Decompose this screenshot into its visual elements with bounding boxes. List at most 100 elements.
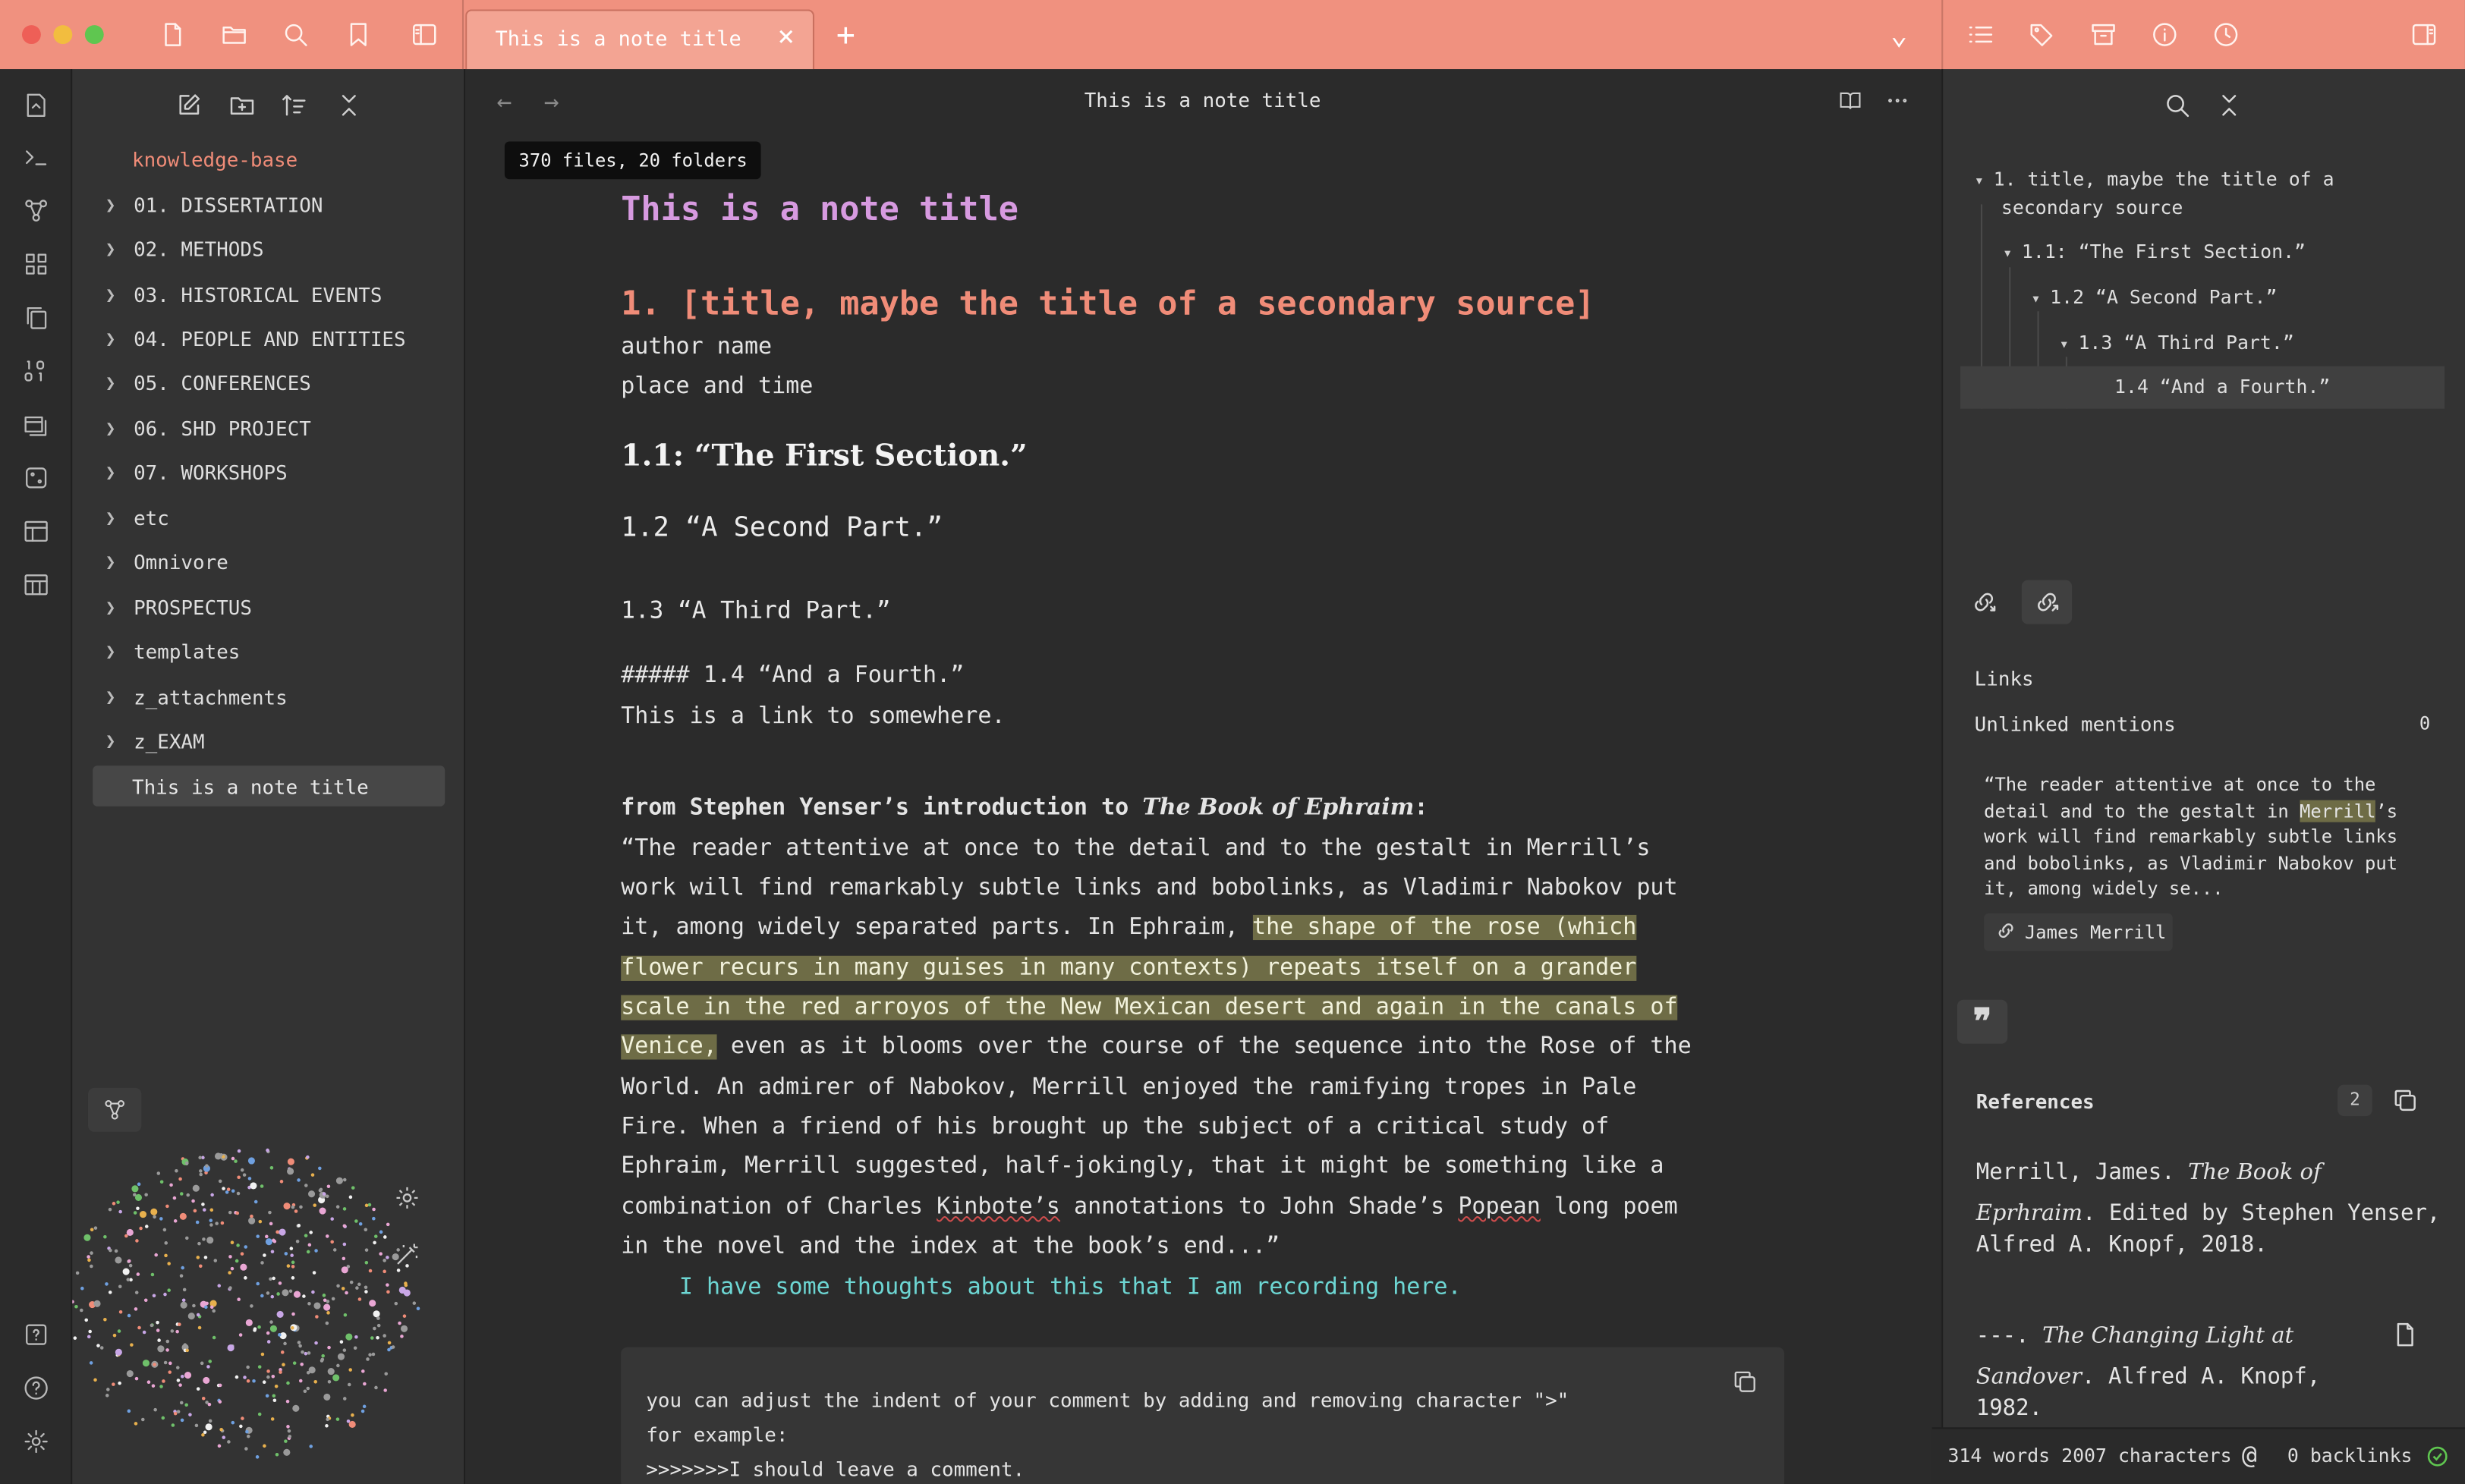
graph-node[interactable] [173,1411,178,1416]
new-folder-icon[interactable] [225,88,260,123]
graph-node[interactable] [250,1182,257,1190]
graph-node[interactable] [137,1325,141,1330]
graph-node[interactable] [163,1360,168,1365]
graph-node[interactable] [301,1350,304,1354]
graph-node[interactable] [176,1410,181,1413]
graph-node[interactable] [266,1340,271,1344]
outline-item[interactable]: ▾ 1.3 “A Third Part.” [2060,332,2294,354]
graph-node[interactable] [366,1357,370,1361]
graph-node[interactable] [178,1383,182,1387]
collapse-icon[interactable] [332,88,367,123]
sidebar-toggle-icon[interactable] [409,19,440,50]
graph-node[interactable] [150,1272,155,1277]
graph-node[interactable] [269,1277,272,1281]
graph-node[interactable] [222,1435,226,1439]
graph-node[interactable] [293,1291,301,1298]
graph-node[interactable] [75,1271,80,1275]
graph-node[interactable] [354,1219,358,1223]
reference-entry[interactable]: 1982. [1976,1393,2448,1424]
graph-node[interactable] [185,1161,189,1165]
copy-code-icon[interactable] [1727,1364,1762,1399]
graph-node[interactable] [141,1417,145,1422]
graph-node[interactable] [345,1333,353,1341]
graph-node[interactable] [330,1240,334,1244]
graph-node[interactable] [280,1350,285,1354]
graph-node[interactable] [112,1382,115,1386]
outline-item[interactable]: ▾ 1.1: “The First Section.” [2003,241,2306,263]
graph-node[interactable] [272,1394,276,1398]
graph-settings-icon[interactable] [392,1182,423,1213]
quote-line[interactable]: Fire. When a friend of his brought up th… [621,1115,1609,1140]
graph-node[interactable] [210,1193,214,1197]
copy-icon[interactable] [19,300,54,335]
help-vault-icon[interactable] [19,1317,54,1352]
graph-node[interactable] [220,1221,225,1225]
graph-node[interactable] [370,1336,374,1340]
new-file-icon[interactable] [157,19,188,50]
graph-node[interactable] [159,1385,163,1388]
graph-node[interactable] [298,1379,303,1383]
graph-node[interactable] [270,1294,275,1299]
graph-node[interactable] [127,1409,131,1413]
graph-node[interactable] [114,1249,118,1253]
unlinked-mentions-label[interactable]: Unlinked mentions [1975,712,2176,736]
graph-node[interactable] [235,1259,239,1263]
quote-line[interactable]: scale in the red arroyos of the New Mexi… [621,995,1678,1020]
graph-node[interactable] [186,1193,190,1197]
graph-node[interactable] [126,1369,134,1378]
graph-node[interactable] [199,1169,203,1173]
graph-node[interactable] [309,1231,313,1234]
graph-node[interactable] [222,1187,225,1190]
graph-node[interactable] [320,1359,324,1363]
graph-node[interactable] [331,1297,335,1301]
graph-node[interactable] [373,1240,376,1245]
graph-node[interactable] [89,1361,93,1365]
graph-node[interactable] [270,1417,275,1421]
graph-node[interactable] [90,1251,93,1255]
graph-node[interactable] [298,1344,302,1348]
graph-animate-icon[interactable] [392,1239,423,1270]
graph-node[interactable] [242,1173,247,1177]
history-icon[interactable] [2210,19,2241,50]
graph-node[interactable] [386,1283,389,1287]
graph-node[interactable] [376,1323,381,1328]
reference-entry[interactable]: Merrill, James. The Book of [1976,1157,2448,1188]
graph-node[interactable] [231,1156,235,1161]
graph-node[interactable] [250,1304,253,1308]
graph-node[interactable] [306,1386,310,1391]
graph-node[interactable] [288,1435,292,1438]
graph-node[interactable] [185,1236,189,1240]
graph-node[interactable] [159,1180,164,1184]
graph-node[interactable] [245,1429,249,1434]
graph-node[interactable] [193,1209,197,1213]
graph-node[interactable] [330,1217,334,1221]
graph-node[interactable] [291,1325,294,1330]
graph-node[interactable] [115,1348,122,1356]
graph-node[interactable] [323,1393,331,1401]
graph-node[interactable] [270,1250,275,1254]
graph-node[interactable] [96,1344,100,1347]
graph-node[interactable] [201,1396,206,1401]
graph-node[interactable] [175,1329,179,1334]
graph-node[interactable] [156,1171,161,1175]
graph-node[interactable] [184,1372,192,1379]
folder-icon[interactable] [219,19,250,50]
graph-node[interactable] [71,1300,74,1304]
graph-node[interactable] [227,1440,231,1444]
outline-item[interactable]: ▾ 1.2 “A Second Part.” [2031,286,2277,308]
graph-node[interactable] [323,1298,327,1303]
graph-node[interactable] [219,1427,223,1432]
graph-node[interactable] [398,1321,401,1325]
open-file-icon[interactable] [2388,1317,2422,1352]
graph-node[interactable] [325,1321,329,1325]
graph-node[interactable] [284,1439,288,1443]
graph-node[interactable] [162,1379,165,1383]
quote-line[interactable]: combination of Charles Kinbote’s annotat… [621,1195,1677,1220]
graph-node[interactable] [290,1253,294,1257]
graph-node[interactable] [313,1302,321,1310]
graph-node[interactable] [198,1155,202,1160]
graph-node[interactable] [118,1381,121,1385]
graph-node[interactable] [199,1264,203,1269]
graph-node[interactable] [187,1313,195,1320]
graph-node[interactable] [173,1219,178,1223]
